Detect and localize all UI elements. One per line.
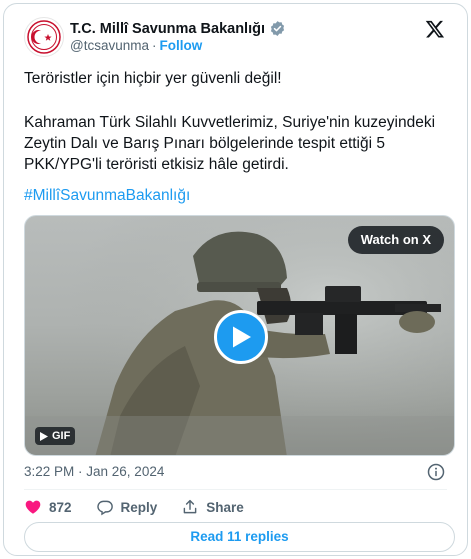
play-icon xyxy=(233,326,251,348)
like-count: 872 xyxy=(49,499,72,515)
divider xyxy=(24,489,447,490)
verified-badge-icon xyxy=(270,21,285,36)
ministry-emblem-icon xyxy=(27,20,61,54)
handle-row: @tcsavunma · Follow xyxy=(70,38,202,53)
avatar[interactable] xyxy=(24,17,64,57)
heart-icon xyxy=(25,500,41,514)
gif-label: GIF xyxy=(52,430,71,442)
share-button[interactable]: Share xyxy=(181,498,244,516)
watch-on-x-button[interactable]: Watch on X xyxy=(347,226,444,254)
author-handle[interactable]: @tcsavunma xyxy=(70,38,149,53)
gif-badge: GIF xyxy=(35,427,76,445)
reply-button[interactable]: Reply xyxy=(96,498,158,516)
share-label: Share xyxy=(206,499,244,515)
gif-play-icon xyxy=(40,431,48,441)
author-name[interactable]: T.C. Millî Savunma Bakanlığı xyxy=(70,21,265,37)
x-logo-icon[interactable] xyxy=(425,19,445,39)
tweet-text-line1: Teröristler için hiçbir yer güvenli deği… xyxy=(24,70,282,87)
play-button[interactable] xyxy=(214,310,268,364)
author-name-row: T.C. Millî Savunma Bakanlığı xyxy=(70,20,286,37)
reply-icon xyxy=(96,500,113,516)
info-icon[interactable] xyxy=(427,463,445,481)
tweet-card: T.C. Millî Savunma Bakanlığı @tcsavunma … xyxy=(3,3,468,556)
read-replies-button[interactable]: Read 11 replies xyxy=(24,522,455,552)
share-icon xyxy=(183,499,197,514)
timestamp[interactable]: 3:22 PM · Jan 26, 2024 xyxy=(24,464,164,479)
handle-separator: · xyxy=(151,38,157,53)
video-media[interactable]: Watch on X GIF xyxy=(24,215,455,456)
hashtag-link[interactable]: #MillîSavunmaBakanlığı xyxy=(24,187,190,205)
reply-label: Reply xyxy=(120,499,158,515)
like-button[interactable]: 872 xyxy=(24,498,72,516)
tweet-text-body: Kahraman Türk Silahlı Kuvvetlerimiz, Sur… xyxy=(24,114,436,173)
action-bar: 872 Reply Share xyxy=(24,498,268,516)
follow-button[interactable]: Follow xyxy=(159,38,202,53)
